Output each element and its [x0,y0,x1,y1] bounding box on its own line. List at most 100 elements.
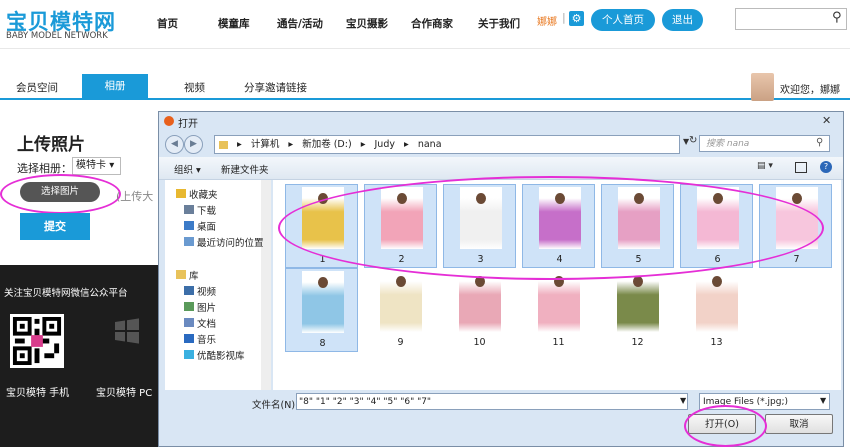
file-thumbnail[interactable]: 8 [285,268,358,352]
nav-item-label: 收藏夹 [189,190,218,201]
file-name-label: 9 [397,337,404,348]
cancel-button[interactable]: 取消 [765,414,833,434]
nav-item[interactable]: 最近访问的位置 [184,235,264,249]
recent-icon [184,237,194,246]
breadcrumb-judy[interactable]: Judy [375,139,395,150]
nav-item[interactable]: 收藏夹 [176,187,218,201]
photo-subject-head [318,277,328,288]
header-divider [0,48,850,49]
breadcrumb-computer[interactable]: 计算机 [251,139,280,150]
chevron-down-icon[interactable]: ▼ [820,396,826,405]
music-icon [184,334,194,343]
file-thumbnail[interactable]: 11 [522,268,595,352]
nav-item-label: 下载 [197,206,217,217]
file-thumbnail[interactable]: 12 [601,268,674,352]
photo-subject-head [712,276,722,287]
nav-partners[interactable]: 合作商家 [411,16,453,31]
windows-icon [115,318,139,344]
new-folder-button[interactable]: 新建文件夹 [221,162,269,176]
nav-item[interactable]: 优酷影视库 [184,348,245,362]
chevron-down-icon: ▾ [109,160,115,171]
mobile-app-label[interactable]: 宝贝模特 手机 [6,384,69,399]
nav-item-label: 优酷影视库 [197,351,245,362]
address-bar[interactable]: ▸ 计算机 ▸ 新加卷 (D:) ▸ Judy ▸ nana [214,135,680,154]
nav-item[interactable]: 图片 [184,300,216,314]
filename-input[interactable]: "8" "1" "2" "3" "4" "5" "6" "7" [296,393,688,410]
video-icon [184,286,194,295]
view-options-icon[interactable]: ▤ ▾ [757,161,773,171]
nav-item-label: 桌面 [197,222,217,233]
folder-icon [219,140,228,149]
photo-subject-head [792,193,802,204]
tab-video[interactable]: 视频 [184,80,205,95]
pictures-icon [184,302,194,311]
nav-item[interactable]: 下载 [184,203,216,217]
file-name-label: 10 [473,337,486,348]
tab-member-space[interactable]: 会员空间 [16,80,58,95]
annotation-ring [278,176,824,280]
preview-pane-icon[interactable] [795,162,807,173]
photo-preview [380,270,422,332]
library-icon [176,270,186,279]
desktop-icon [184,221,194,230]
logout-button[interactable]: 退出 [662,9,703,31]
filename-label: 文件名(N): [252,400,299,411]
file-name-label: 11 [552,337,565,348]
search-icon[interactable]: ⚲ [832,10,842,25]
nav-item[interactable]: 视频 [184,284,216,298]
pc-app-label[interactable]: 宝贝模特 PC [96,384,152,399]
search-icon[interactable]: ⚲ [816,137,823,148]
user-name-link[interactable]: 娜娜 [537,13,557,28]
nav-item[interactable]: 库 [176,268,199,282]
organize-menu[interactable]: 组织 ▾ [174,162,201,176]
breadcrumb-separator: ▸ [288,139,294,150]
download-folder-icon [184,205,194,214]
nav-item[interactable]: 音乐 [184,332,216,346]
avatar[interactable] [751,73,774,101]
photo-preview [617,270,659,332]
wechat-follow-text: 关注宝贝模特网微信公众平台 [4,288,128,299]
help-icon[interactable]: ? [820,161,832,173]
tab-share-invite[interactable]: 分享邀请链接 [244,80,307,95]
back-arrow-icon[interactable]: ◀ [165,135,184,154]
nav-item-label: 视频 [197,287,217,298]
close-icon[interactable]: ✕ [822,114,831,127]
chevron-down-icon[interactable]: ▼ [680,396,686,405]
personal-home-button[interactable]: 个人首页 [591,9,655,31]
refresh-icon[interactable]: ↻ [689,135,697,146]
photo-preview [696,270,738,332]
navigation-scrollbar[interactable] [261,180,271,390]
file-thumbnail[interactable]: 9 [364,268,437,352]
nav-baby-photography[interactable]: 宝贝摄影 [346,16,388,31]
nav-item-label: 库 [189,271,199,282]
nav-home[interactable]: 首页 [157,16,178,31]
breadcrumb-separator: ▸ [237,139,242,150]
nav-item[interactable]: 桌面 [184,219,216,233]
album-select[interactable]: 模特卡 ▾ [72,157,121,175]
firefox-icon [164,116,174,126]
photo-preview [459,270,501,332]
file-thumbnail[interactable]: 13 [680,268,753,352]
gear-icon[interactable]: ⚙ [569,11,584,26]
file-name-label: 13 [710,337,723,348]
photo-preview [302,271,344,333]
tab-album[interactable]: 相册 [82,74,148,98]
breadcrumb-drive[interactable]: 新加卷 (D:) [302,139,351,150]
nav-announcements[interactable]: 通告/活动 [277,16,323,31]
nav-item[interactable]: 文档 [184,316,216,330]
breadcrumb-nana[interactable]: nana [418,139,442,150]
file-thumbnail[interactable]: 10 [443,268,516,352]
nav-item-label: 音乐 [197,335,217,346]
annotation-ring [0,174,121,214]
forward-arrow-icon[interactable]: ▶ [184,135,203,154]
dialog-search-input[interactable]: 搜索 nana [699,135,830,152]
nav-about-us[interactable]: 关于我们 [478,16,520,31]
submit-button[interactable]: 提交 [20,213,90,240]
site-search-input[interactable] [735,8,847,30]
breadcrumb-separator: ▸ [404,139,409,150]
site-logo-subtitle: BABY MODEL NETWORK [6,31,108,41]
file-name-label: 8 [319,338,326,349]
nav-model-library[interactable]: 模童库 [218,16,250,31]
qr-code-icon [10,314,64,368]
documents-icon [184,318,194,327]
